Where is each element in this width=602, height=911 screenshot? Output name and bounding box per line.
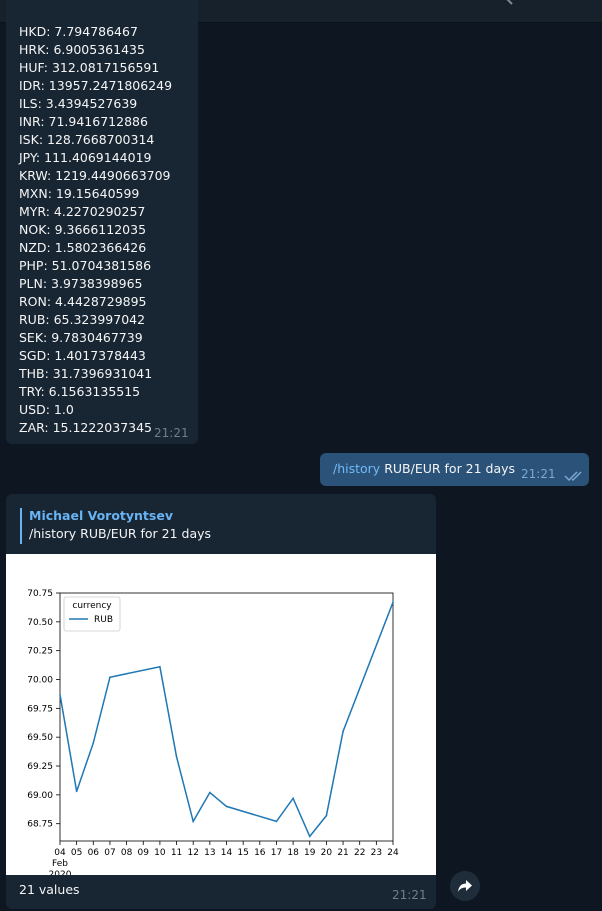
rate-line: MYR: 4.2270290257 bbox=[19, 204, 146, 219]
x-tick-label: 06 bbox=[88, 848, 100, 858]
chart-message: Michael Vorotyntsev /history RUB/EUR for… bbox=[6, 494, 436, 909]
y-tick-label: 69.25 bbox=[27, 762, 53, 772]
command-args: RUB/EUR for 21 days bbox=[380, 461, 516, 476]
rate-line: RON: 4.4428729895 bbox=[19, 294, 147, 309]
columns-icon[interactable] bbox=[535, 0, 553, 6]
data-point bbox=[292, 797, 294, 800]
rate-line: USD: 1.0 bbox=[19, 402, 74, 417]
x-tick-label: 12 bbox=[187, 848, 198, 858]
rate-line: ILS: 3.4394527639 bbox=[19, 96, 138, 111]
search-icon[interactable] bbox=[498, 0, 516, 6]
rate-line: SGD: 1.4017378443 bbox=[19, 348, 146, 363]
y-tick-label: 69.75 bbox=[27, 704, 53, 714]
rate-line: RUB: 65.323997042 bbox=[19, 312, 146, 327]
rate-line: NOK: 9.3666112035 bbox=[19, 222, 147, 237]
y-tick-label: 70.75 bbox=[27, 589, 53, 599]
data-point bbox=[59, 693, 61, 696]
rate-line: HUF: 312.0817156591 bbox=[19, 60, 160, 75]
data-point bbox=[159, 666, 161, 668]
command-link[interactable]: /history bbox=[333, 461, 380, 476]
reply-bar bbox=[20, 508, 22, 544]
rate-line: INR: 71.9416712886 bbox=[19, 114, 148, 129]
rate-line: HKD: 7.794786467 bbox=[19, 24, 138, 39]
data-point bbox=[308, 835, 311, 838]
x-tick-label: 16 bbox=[254, 848, 266, 858]
x-tick-label: 14 bbox=[221, 848, 233, 858]
series-line-rub bbox=[59, 601, 394, 838]
data-point bbox=[75, 790, 78, 793]
x-tick-label: 05 bbox=[71, 848, 82, 858]
share-icon bbox=[458, 880, 472, 892]
data-point bbox=[92, 742, 95, 744]
x-tick-label: 07 bbox=[104, 848, 115, 858]
history-chart: 68.75 69.00 69.25 69.50 69.75 70.00 70.25 70.50… bbox=[27, 589, 399, 880]
x-tick-label: 19 bbox=[304, 848, 316, 858]
data-point bbox=[109, 676, 111, 679]
more-icon[interactable] bbox=[576, 0, 594, 6]
rate-line: IDR: 13957.2471806249 bbox=[19, 78, 173, 93]
rate-line: JPY: 111.4069144019 bbox=[19, 150, 152, 165]
y-tick-label: 69.00 bbox=[27, 791, 53, 801]
data-point bbox=[209, 791, 211, 794]
x-tick-label: 24 bbox=[387, 848, 399, 858]
data-point bbox=[392, 601, 394, 604]
x-tick-label: 21 bbox=[337, 848, 348, 858]
rate-line: THB: 31.7396931041 bbox=[19, 366, 153, 381]
data-point bbox=[342, 730, 344, 733]
x-tick-label: 04 bbox=[54, 848, 66, 858]
rate-line: HRK: 6.9005361435 bbox=[19, 42, 145, 57]
x-tick-label: 22 bbox=[354, 848, 365, 858]
rate-line: SEK: 9.7830467739 bbox=[19, 330, 143, 345]
rate-line: ISK: 128.7668700314 bbox=[19, 132, 155, 147]
read-checkmarks-icon bbox=[564, 467, 584, 482]
x-tick-label: 23 bbox=[371, 848, 382, 858]
x-sub-label: Feb bbox=[52, 859, 68, 869]
rate-line: KRW: 1219.4490663709 bbox=[19, 168, 171, 183]
y-tick-label: 69.50 bbox=[27, 733, 53, 743]
x-tick-label: 09 bbox=[138, 848, 150, 858]
reply-author[interactable]: Michael Vorotyntsev bbox=[29, 508, 173, 523]
message-time: 21:21 bbox=[154, 426, 189, 440]
rate-line: PLN: 3.9738398965 bbox=[19, 276, 143, 291]
chart-image[interactable]: 68.75 69.00 69.25 69.50 69.75 70.00 70.25 70.50… bbox=[6, 554, 436, 880]
legend-title: currency bbox=[72, 601, 112, 611]
y-tick-label: 70.50 bbox=[27, 618, 53, 628]
rate-line: TRY: 6.1563135515 bbox=[19, 384, 141, 399]
data-point bbox=[192, 820, 194, 823]
y-tick-label: 70.25 bbox=[27, 647, 53, 657]
x-tick-label: 13 bbox=[204, 848, 215, 858]
x-tick-label: 10 bbox=[154, 848, 166, 858]
share-button[interactable] bbox=[450, 871, 480, 901]
data-point bbox=[275, 820, 278, 823]
x-tick-label: 18 bbox=[287, 848, 299, 858]
command-text: /history RUB/EUR for 21 days bbox=[333, 461, 515, 476]
x-tick-label: 17 bbox=[271, 848, 282, 858]
photo-caption: 21 values bbox=[19, 882, 80, 897]
y-tick-label: 70.00 bbox=[27, 676, 53, 686]
x-tick-label: 20 bbox=[321, 848, 333, 858]
rate-line: NZD: 1.5802366426 bbox=[19, 240, 147, 255]
message-time: 21:21 bbox=[392, 888, 427, 902]
rates-message: HKD: 7.794786467 HRK: 6.9005361435 HUF: 31… bbox=[6, 0, 198, 444]
rate-line: ZAR: 15.1222037345 bbox=[19, 420, 153, 435]
x-sub-label: 2020 bbox=[49, 870, 72, 875]
legend-label: RUB bbox=[94, 615, 113, 625]
data-point bbox=[225, 805, 228, 808]
rate-line: PHP: 51.0704381586 bbox=[19, 258, 152, 273]
rate-line: MXN: 19.15640599 bbox=[19, 186, 140, 201]
command-message: /history RUB/EUR for 21 days 21:21 bbox=[320, 453, 589, 486]
data-point bbox=[325, 814, 328, 817]
x-tick-label: 11 bbox=[171, 848, 182, 858]
reply-quote[interactable]: /history RUB/EUR for 21 days bbox=[29, 526, 211, 541]
x-tick-label: 15 bbox=[237, 848, 248, 858]
x-tick-label: 08 bbox=[121, 848, 133, 858]
message-time: 21:21 bbox=[521, 467, 556, 481]
y-tick-label: 68.75 bbox=[27, 820, 53, 830]
data-point bbox=[175, 755, 178, 758]
